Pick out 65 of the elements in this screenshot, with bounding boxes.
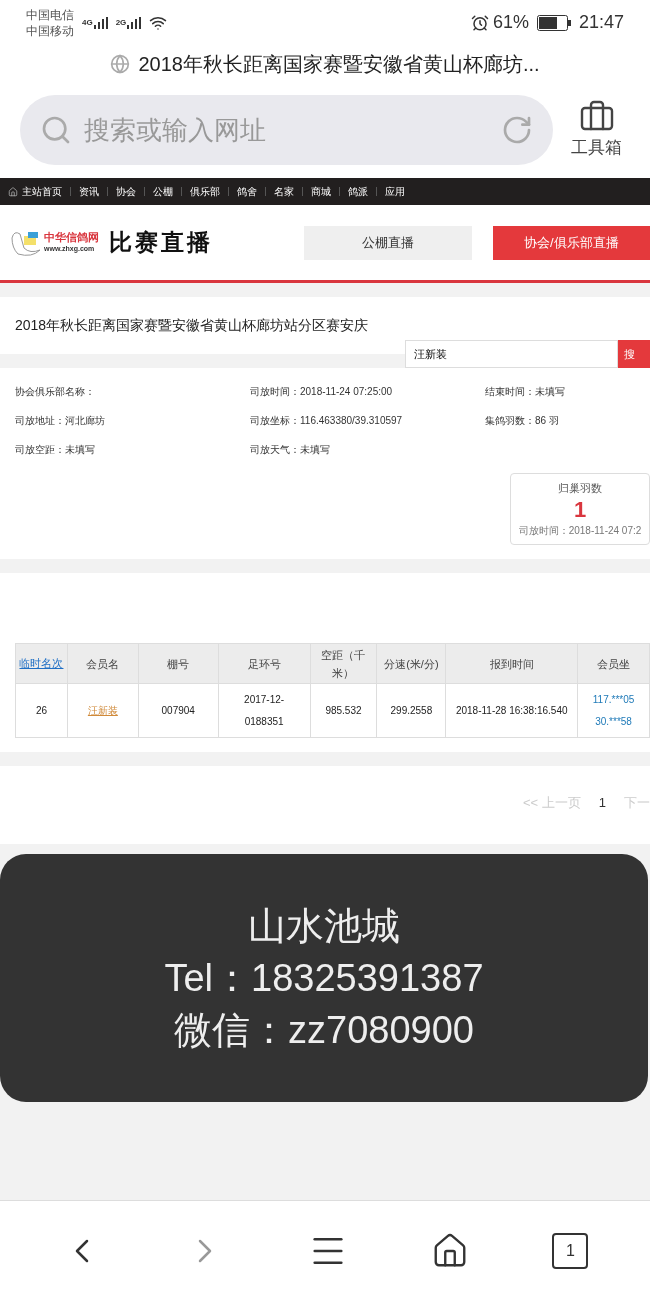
nav-link[interactable]: 鸽舍 — [237, 184, 257, 199]
nav-link[interactable]: 商城 — [311, 184, 331, 199]
card-title: 归巢羽数 — [558, 481, 602, 496]
column-header: 报到时间 — [488, 656, 535, 672]
column-header: 会员坐 — [596, 656, 632, 672]
column-header: 分速(米/分) — [383, 656, 440, 672]
info-field: 司放时间：2018-11-24 07:25:00 — [250, 384, 485, 399]
network-type: 2G — [115, 16, 127, 29]
home-icon — [8, 186, 18, 197]
column-header-link[interactable]: 临时名次 — [19, 655, 64, 672]
info-field: 协会俱乐部名称： — [15, 384, 250, 399]
info-field: 结束时间：未填写 — [485, 384, 650, 399]
nav-link[interactable]: 公棚 — [153, 184, 173, 199]
overlay-text: 微信：zz7080900 — [174, 1008, 474, 1053]
table-cell-text: 299.2558 — [389, 703, 434, 718]
signal-icon — [127, 16, 142, 29]
globe-icon — [110, 53, 131, 74]
info-field: 集鸽羽数：86 羽 — [485, 413, 650, 428]
column-header: 会员名 — [85, 656, 121, 672]
column-header: 足环号 — [246, 656, 282, 672]
section-heading: 比赛直播 — [109, 228, 213, 258]
live-tab[interactable]: 协会/俱乐部直播 — [492, 225, 650, 260]
live-tab[interactable]: 公棚直播 — [304, 225, 472, 260]
search-icon — [40, 114, 72, 146]
info-field: 司放天气：未填写 — [250, 442, 485, 457]
table-cell-text: 2017-12- 0188351 — [243, 692, 286, 729]
table-cell-text: 985.532 — [324, 703, 363, 718]
info-field: 司放空距：未填写 — [15, 442, 250, 457]
nav-link[interactable]: 名家 — [274, 184, 294, 199]
table-cell-text: 007904 — [160, 703, 196, 718]
carrier-name: 中国电信 — [26, 6, 74, 23]
page-number[interactable]: 1 — [598, 793, 606, 813]
nav-link[interactable]: 资讯 — [79, 184, 99, 199]
table-cell-text: 117.***05 30.***58 — [592, 692, 635, 729]
column-header: 空距（千米） — [320, 647, 367, 681]
info-field: 司放地址：河北廊坊 — [15, 413, 250, 428]
table-cell-text: 26 — [34, 703, 48, 718]
clock-time: 21:47 — [578, 11, 624, 34]
overlay-text: 山水池城 — [248, 904, 400, 949]
carrier-name: 中国移动 — [26, 22, 74, 39]
signal-icon — [93, 16, 108, 29]
search-field[interactable]: 汪新装 — [405, 340, 618, 368]
nav-link[interactable]: 应用 — [385, 184, 405, 199]
return-count: 1 — [573, 496, 587, 523]
alarm-icon — [470, 13, 489, 32]
logo-name: 中华信鸽网 — [44, 231, 99, 243]
table-cell-text: 2018-11-28 16:38:16.540 — [454, 703, 569, 718]
address-bar[interactable]: 搜索或输入网址 — [20, 95, 553, 165]
column-header: 棚号 — [166, 656, 191, 672]
nav-link[interactable]: 主站首页 — [22, 184, 62, 199]
battery-icon — [536, 14, 571, 31]
overlay-text: Tel：18325391387 — [164, 956, 484, 1001]
tabs-button[interactable]: 1 — [552, 1232, 589, 1269]
toolbox-button[interactable]: 工具箱 — [571, 99, 622, 161]
info-field: 司放坐标：116.463380/39.310597 — [250, 413, 485, 428]
battery-percent: 61% — [492, 11, 529, 34]
network-type: 4G — [82, 16, 93, 29]
nav-link[interactable]: 协会 — [116, 184, 136, 199]
release-time: 司放时间：2018-11-24 07:2 — [518, 523, 642, 538]
nav-link[interactable]: 俱乐部 — [190, 184, 220, 199]
address-input[interactable]: 搜索或输入网址 — [84, 110, 489, 150]
nav-link[interactable]: 鸽派 — [348, 184, 368, 199]
page-title: 2018年秋长距离国家赛暨安徽省黄山杯廊坊... — [138, 51, 540, 77]
search-button[interactable]: 搜 — [618, 340, 650, 368]
race-title: 2018年秋长距离国家赛暨安徽省黄山杯廊坊站分区赛安庆 — [15, 316, 369, 335]
